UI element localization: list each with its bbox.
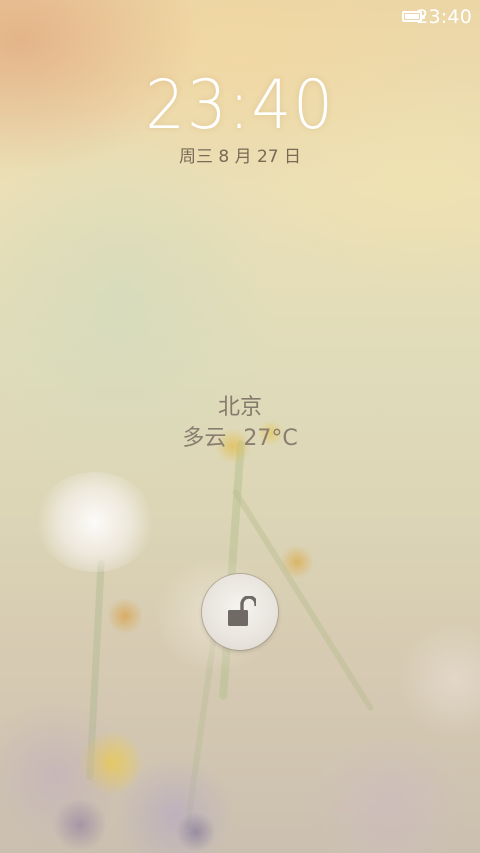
- weather-condition: 多云: [182, 426, 227, 451]
- weather-temperature: 27°C: [243, 426, 298, 451]
- weather-info: 多云 27°C: [0, 420, 480, 452]
- weather-city: 北京: [217, 395, 262, 420]
- status-bar-time: 23:40: [416, 6, 472, 28]
- lock-screen[interactable]: 23:40 23:40 周三 8 月 27 日 北京 多云 27°C: [0, 0, 480, 853]
- status-bar: 23:40: [0, 0, 480, 34]
- unlock-button[interactable]: [202, 574, 278, 650]
- unlocked-padlock-icon: [228, 596, 256, 626]
- lock-screen-clock: 23:40: [145, 66, 335, 145]
- lock-screen-date: 周三 8 月 27 日: [178, 147, 302, 167]
